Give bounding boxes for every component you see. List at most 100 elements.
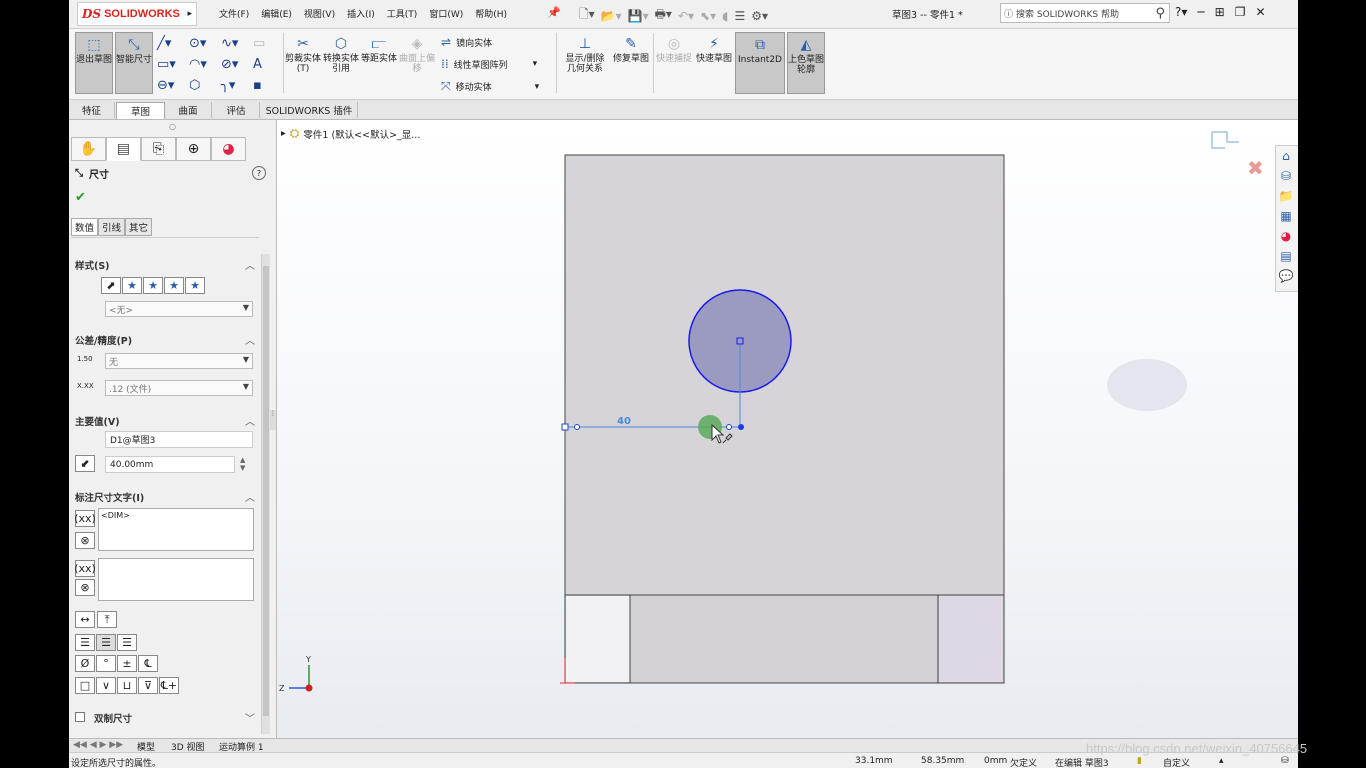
show-relations-button[interactable]: ⊥ 显示/删除几何关系 [561, 32, 609, 94]
rebuild-icon[interactable]: ◖ [722, 9, 728, 23]
spline-tool-icon[interactable]: ∿▾ [221, 33, 253, 54]
repair-sketch-button[interactable]: ✎ 修复草图 [612, 32, 650, 94]
load-style-icon[interactable]: ★ [185, 277, 205, 294]
vertical-justify-icon[interactable]: ⤒ [97, 611, 117, 628]
apply-style-icon[interactable]: ⬈ [101, 277, 121, 294]
tab-evaluate[interactable]: 评估 [213, 102, 260, 118]
menu-edit[interactable]: 编辑(E) [261, 7, 292, 20]
rebuild-status-icon[interactable]: ▮ [1137, 756, 1142, 766]
align-right-icon[interactable]: ☰ [117, 634, 137, 651]
collapse-icon[interactable]: ︿ [245, 257, 255, 272]
tolerance-section-title[interactable]: 公差/精度(P) [75, 333, 132, 347]
scrollbar-thumb[interactable] [263, 266, 269, 716]
feature-manager-icon[interactable]: ✋ [71, 137, 106, 161]
restore-icon[interactable]: ❐ [1235, 5, 1246, 19]
print-icon[interactable]: 🖶▾ [655, 5, 672, 26]
tooltip-icon[interactable]: ⛁ [1281, 756, 1289, 766]
add-style-icon[interactable]: ★ [122, 277, 142, 294]
forum-icon[interactable]: 💬 [1276, 266, 1296, 286]
degree-icon[interactable]: ° [96, 655, 116, 672]
help-menu-icon[interactable]: ?▾ [1175, 5, 1187, 19]
plane-tool-icon[interactable]: ▭ [253, 33, 285, 54]
tab-features[interactable]: 特征 [69, 102, 115, 118]
collapse-icon[interactable]: ︿ [245, 413, 255, 428]
panel-grip-icon[interactable]: ○ [169, 122, 176, 131]
fillet-tool-icon[interactable]: ╮▾ [221, 75, 253, 96]
trim-entities-button[interactable]: ✂ 剪裁实体(T) [285, 32, 321, 94]
shaded-sketch-button[interactable]: ◭ 上色草图轮廓 [787, 32, 825, 94]
appearances-icon[interactable]: ◕ [1276, 226, 1296, 246]
search-icon[interactable]: ⚲ [1155, 6, 1165, 21]
dimension-arrow[interactable] [726, 424, 732, 430]
close-icon[interactable]: ✕ [1255, 5, 1265, 19]
style-section-title[interactable]: 样式(S) [75, 258, 110, 272]
move-entities-button[interactable]: ⤧ 移动实体 ▾ [441, 79, 539, 94]
tab-sketch[interactable]: 草图 [116, 102, 165, 119]
tab-scroll-arrows-icon[interactable]: ◀◀ ◀ ▶ ▶▶ [73, 740, 123, 750]
home-icon[interactable]: ⌂ [1276, 146, 1296, 166]
tab-other[interactable]: 其它 [125, 218, 153, 236]
expand-icon[interactable]: ﹀ [245, 710, 255, 725]
dimxpert-manager-icon[interactable]: ⊕ [176, 137, 211, 161]
dropdown-arrow-icon[interactable]: ▾ [535, 82, 540, 92]
menu-help[interactable]: 帮助(H) [475, 7, 507, 20]
help-search-box[interactable]: ⓘ 搜索 SOLIDWORKS 帮助 ⚲ [1000, 3, 1170, 23]
panel-scrollbar[interactable] [261, 254, 270, 734]
dim-text-below[interactable] [98, 558, 254, 601]
pin-icon[interactable]: 📌 [547, 6, 561, 19]
solidworks-logo[interactable]: DS SOLIDWORKS ▸ [77, 2, 197, 26]
dual-dimension-checkbox[interactable] [75, 712, 85, 722]
depth-icon[interactable]: ⊽ [138, 677, 158, 694]
dim-text-above[interactable]: <DIM> [98, 508, 254, 551]
centerline-icon[interactable]: ℄ [138, 655, 158, 672]
dimension-value-field[interactable]: 40.00mm [105, 456, 235, 473]
text-tool-icon[interactable]: A [253, 54, 285, 75]
diameter-icon[interactable]: Ø [75, 655, 95, 672]
file-explorer-icon[interactable]: 📁 [1276, 186, 1296, 206]
menu-insert[interactable]: 插入(I) [347, 7, 375, 20]
custom-properties-icon[interactable]: ▤ [1276, 246, 1296, 266]
tab-addins[interactable]: SOLIDWORKS 插件 [261, 102, 358, 118]
primary-value-section-title[interactable]: 主要值(V) [75, 414, 120, 428]
dropdown-arrow-icon[interactable]: ▾ [533, 59, 538, 69]
select-icon[interactable]: ⬉▾ [700, 9, 716, 23]
configuration-manager-icon[interactable]: ⎘ [141, 137, 176, 161]
circle-tool-icon[interactable]: ⊙▾ [189, 33, 221, 54]
align-left-icon[interactable]: ☰ [75, 634, 95, 651]
splitter-handle[interactable]: ⋮ [270, 410, 276, 430]
plus-minus-icon[interactable]: ± [117, 655, 137, 672]
dim-text-section-title[interactable]: 标注尺寸文字(I) [75, 490, 144, 504]
arc-tool-icon[interactable]: ◠▾ [189, 54, 221, 75]
inspection-icon[interactable]: ⊗ [75, 579, 95, 596]
line-tool-icon[interactable]: ╱▾ [157, 33, 189, 54]
ellipse-tool-icon[interactable]: ⊘▾ [221, 54, 253, 75]
menu-file[interactable]: 文件(F) [219, 7, 249, 20]
rectangle-tool-icon[interactable]: ▭▾ [157, 54, 189, 75]
menu-window[interactable]: 窗口(W) [429, 7, 463, 20]
add-parens-icon[interactable]: (xx) [74, 510, 96, 527]
design-library-icon[interactable]: ⛁ [1276, 166, 1296, 186]
confirm-sketch-icon[interactable] [1211, 131, 1239, 149]
instant2d-button[interactable]: ⧉ Instant2D [735, 32, 785, 94]
menu-view[interactable]: 视图(V) [304, 7, 335, 20]
cancel-sketch-icon[interactable]: ✖ [1247, 156, 1264, 180]
part-top-face[interactable] [564, 154, 1005, 596]
offset-on-surface-button[interactable]: ◈ 曲面上偏移 [399, 32, 435, 94]
tab-value[interactable]: 数值 [71, 218, 99, 236]
dimension-arrow[interactable] [574, 424, 580, 430]
collapse-icon[interactable]: ︿ [245, 489, 255, 504]
square-icon[interactable]: □ [75, 677, 95, 694]
view-palette-icon[interactable]: ▦ [1276, 206, 1296, 226]
add-parens-icon[interactable]: (xx) [74, 560, 96, 577]
dimension-value-text[interactable]: 40 [617, 416, 631, 427]
save-icon[interactable]: 💾▾ [628, 9, 649, 23]
spin-icon[interactable]: ▲ ▼ [240, 456, 245, 472]
counterbore-icon[interactable]: ⊔ [117, 677, 137, 694]
property-manager-icon[interactable]: ▤ [106, 137, 141, 161]
help-icon[interactable]: ? [252, 166, 266, 180]
delete-style-icon[interactable]: ★ [143, 277, 163, 294]
ok-check-icon[interactable]: ✔ [75, 190, 86, 205]
status-units[interactable]: 自定义 [1163, 756, 1190, 768]
undo-icon[interactable]: ↶▾ [678, 9, 694, 23]
precision-dropdown[interactable]: .12 (文件) ▼ [105, 380, 253, 396]
